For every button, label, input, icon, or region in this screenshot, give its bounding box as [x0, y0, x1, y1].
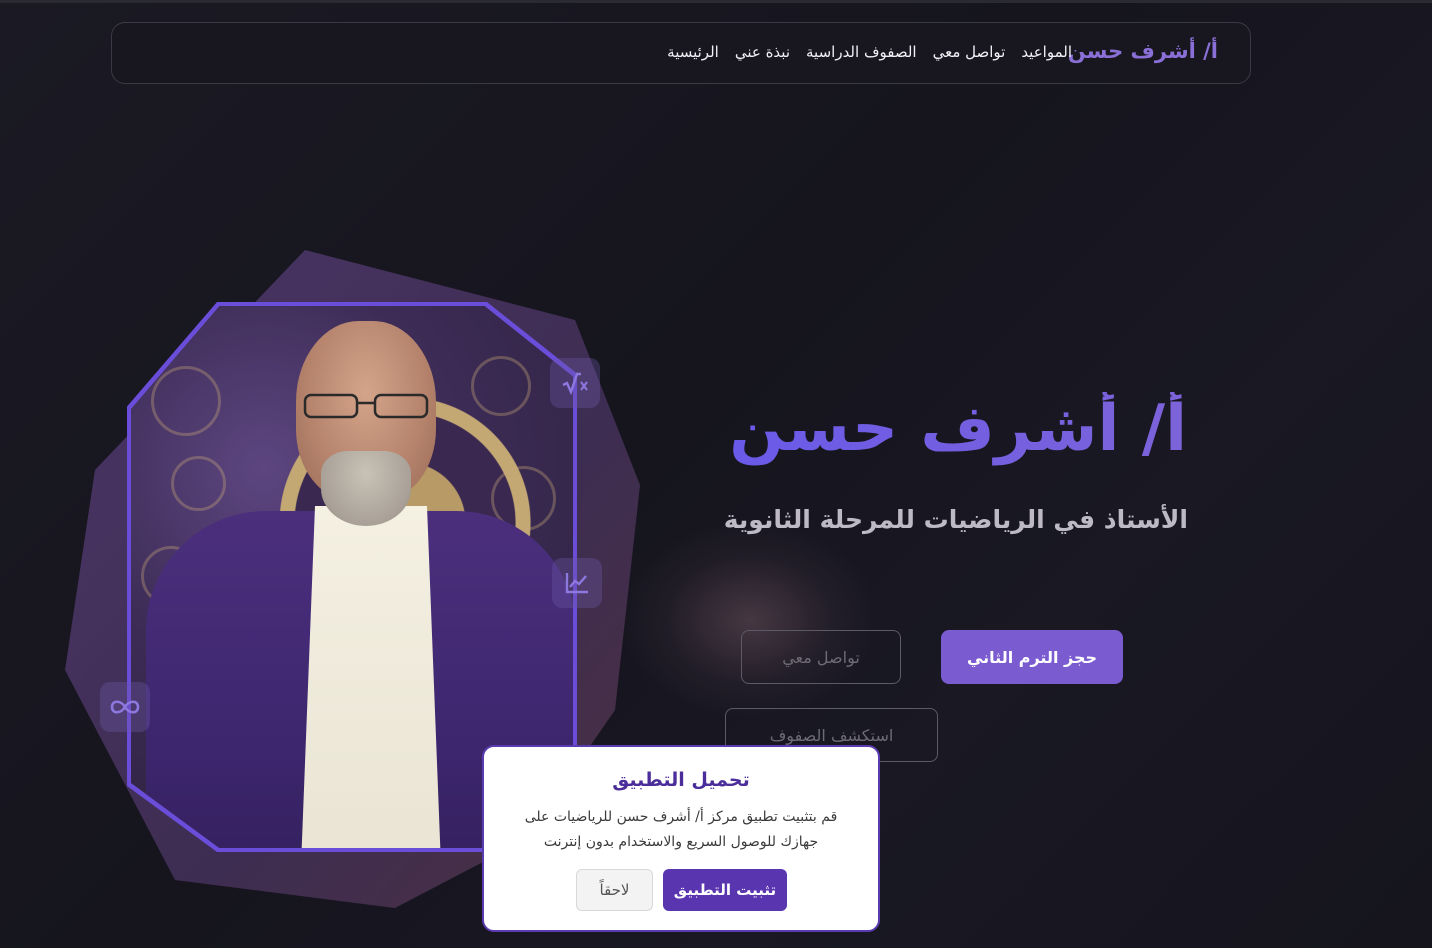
nav-link-home[interactable]: الرئيسية — [667, 43, 719, 61]
dialog-message: قم بتثبيت تطبيق مركز أ/ أشرف حسن للرياضي… — [524, 809, 838, 850]
nav-link-about[interactable]: نبذة عني — [735, 43, 790, 61]
hero-subtitle: الأستاذ في الرياضيات للمرحلة الثانوية — [723, 505, 1188, 534]
install-app-button[interactable]: تثبيت التطبيق — [663, 869, 787, 911]
infinity-icon — [100, 682, 150, 732]
nav-link-schedule[interactable]: المواعيد — [1021, 43, 1072, 61]
dialog-title: تحميل التطبيق — [612, 769, 750, 791]
brand-logo-text[interactable]: أ/ أشرف حسن — [1068, 39, 1218, 63]
nav-links: الرئيسية نبذة عني الصفوف الدراسية تواصل … — [667, 43, 1072, 61]
chart-line-icon — [552, 558, 602, 608]
later-button[interactable]: لاحقاً — [576, 869, 653, 911]
glasses-icon — [303, 393, 429, 419]
shirt — [301, 506, 441, 848]
glow-decoration — [620, 520, 880, 720]
dialog-actions: لاحقاً تثبيت التطبيق — [576, 869, 787, 911]
square-root-icon — [550, 358, 600, 408]
contact-button[interactable]: تواصل معي — [741, 630, 901, 684]
beard — [321, 451, 411, 526]
nav-link-contact[interactable]: تواصل معي — [933, 43, 1006, 61]
book-term-button[interactable]: حجز الترم الثاني — [941, 630, 1123, 684]
nav-link-classes[interactable]: الصفوف الدراسية — [806, 43, 917, 61]
install-app-dialog: تحميل التطبيق قم بتثبيت تطبيق مركز أ/ أش… — [482, 745, 880, 932]
hero-title: أ/ أشرف حسن — [729, 392, 1187, 466]
navbar: أ/ أشرف حسن الرئيسية نبذة عني الصفوف الد… — [111, 22, 1251, 84]
top-border — [0, 0, 1432, 3]
